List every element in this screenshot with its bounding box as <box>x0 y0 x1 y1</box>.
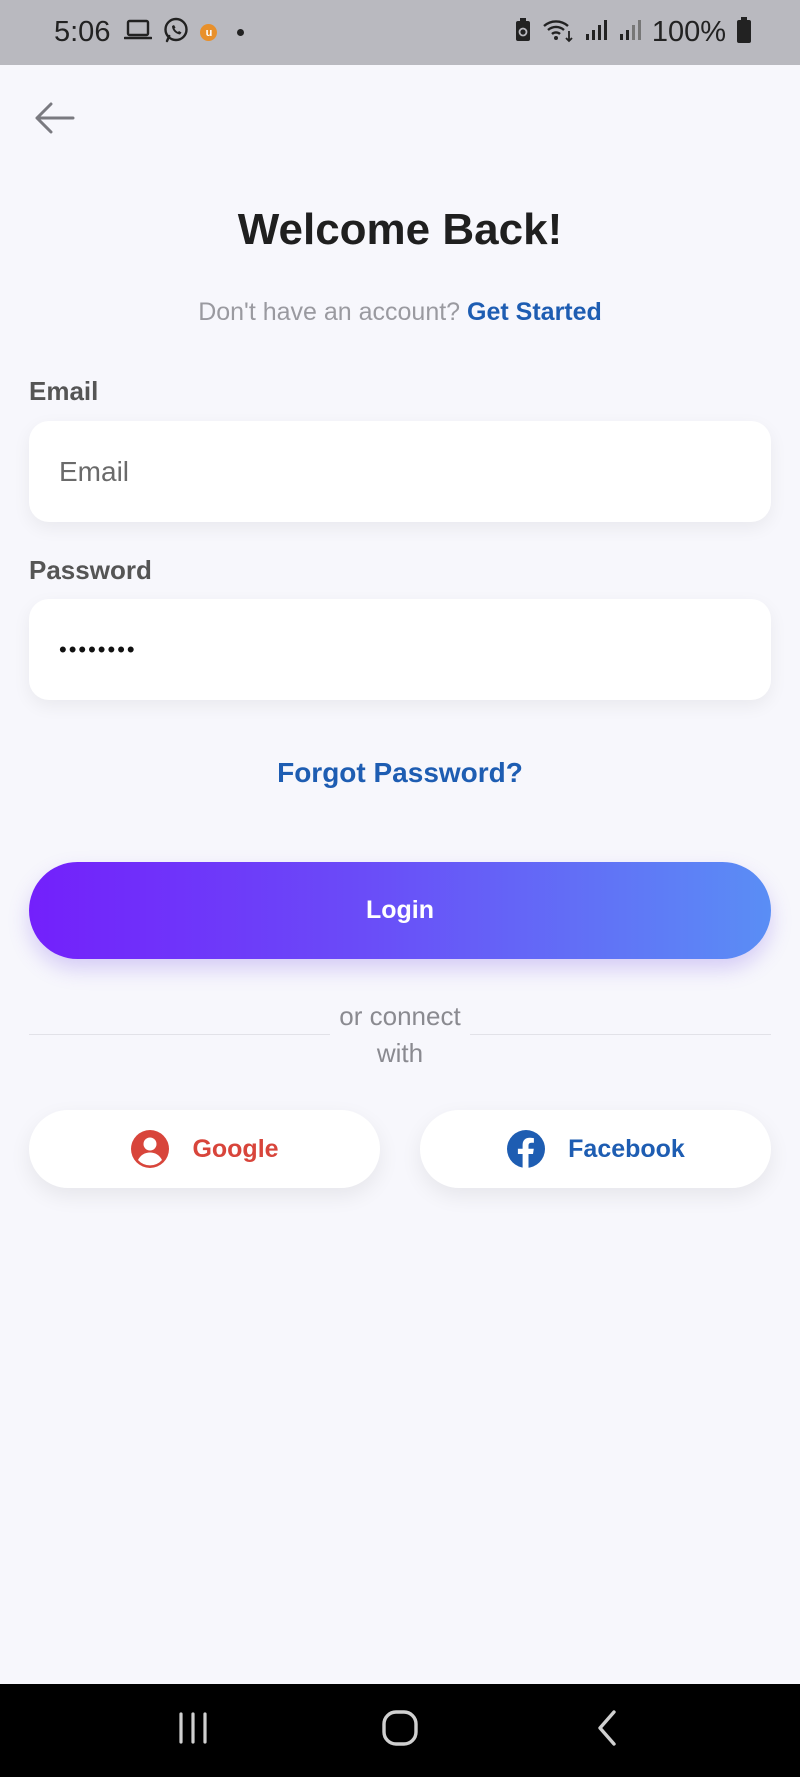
battery-icon <box>736 16 752 49</box>
whatsapp-icon <box>162 16 190 49</box>
notification-dot-icon <box>237 29 245 36</box>
forgot-password-link[interactable]: Forgot Password? <box>0 757 800 789</box>
facebook-login-button[interactable]: Facebook <box>420 1110 771 1188</box>
google-login-button[interactable]: Google <box>29 1110 380 1188</box>
home-icon <box>380 1708 420 1753</box>
google-label: Google <box>192 1134 279 1163</box>
chevron-left-icon <box>592 1708 622 1753</box>
battery-percent: 100% <box>651 16 726 48</box>
signup-prompt: Don't have an account? <box>198 298 461 326</box>
get-started-link[interactable]: Get Started <box>467 298 602 326</box>
divider-text: or connect with <box>339 1001 461 1068</box>
facebook-label: Facebook <box>568 1134 685 1163</box>
divider-line-right <box>470 1034 771 1035</box>
login-button[interactable]: Login <box>29 862 771 959</box>
app-badge-icon: u <box>200 24 218 41</box>
user-circle-icon <box>130 1129 170 1169</box>
signup-prompt-row: Don't have an account? Get Started <box>0 298 800 327</box>
status-right: 100% <box>514 16 752 49</box>
email-input[interactable] <box>29 421 771 522</box>
password-input[interactable] <box>29 599 771 700</box>
home-button[interactable] <box>370 1701 430 1761</box>
signal-icon <box>584 18 608 47</box>
password-label: Password <box>29 555 152 585</box>
system-nav-bar <box>0 1684 800 1777</box>
wifi-icon <box>542 17 574 48</box>
battery-saver-icon <box>514 17 532 48</box>
laptop-icon <box>124 19 153 46</box>
status-left: 5:06 u <box>54 16 245 49</box>
status-bar: 5:06 u 100% <box>0 0 800 65</box>
email-label: Email <box>29 376 99 406</box>
login-screen: 5:06 u 100% Welcome Back! Don't have an … <box>0 0 800 1777</box>
back-button[interactable] <box>30 96 78 144</box>
arrow-left-icon <box>33 101 75 140</box>
page-title: Welcome Back! <box>237 205 563 254</box>
recent-apps-icon <box>175 1710 211 1751</box>
status-time: 5:06 <box>54 16 111 48</box>
recent-apps-button[interactable] <box>163 1701 223 1761</box>
divider-line-left <box>29 1034 330 1035</box>
facebook-icon <box>506 1129 546 1169</box>
signal-2-icon <box>618 18 642 47</box>
back-nav-button[interactable] <box>577 1701 637 1761</box>
